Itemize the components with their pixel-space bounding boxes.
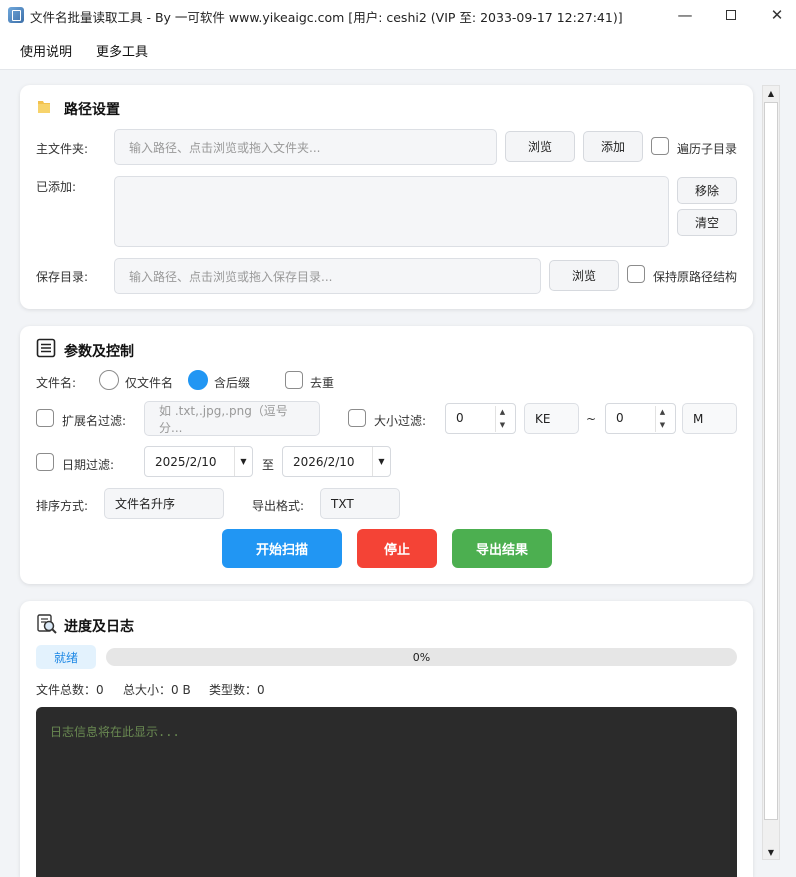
menu-item-more-tools[interactable]: 更多工具 bbox=[96, 41, 148, 60]
dedupe-checkbox[interactable] bbox=[285, 371, 303, 389]
ext-filter-input[interactable]: 如 .txt,.jpg,.png（逗号分... bbox=[144, 401, 320, 436]
keep-structure-label: 保持原路径结构 bbox=[653, 270, 738, 284]
status-badge: 就绪 bbox=[36, 645, 96, 669]
main-folder-label: 主文件夹: bbox=[36, 142, 89, 156]
name-only-radio[interactable] bbox=[99, 370, 119, 390]
sort-select[interactable]: 文件名升序 bbox=[104, 488, 224, 519]
export-format-select[interactable]: TXT bbox=[320, 488, 400, 519]
scroll-thumb[interactable] bbox=[764, 102, 778, 820]
date-end-picker[interactable]: 2026/2/10 ▼ bbox=[282, 446, 391, 477]
size-min-spinbox[interactable]: 0 ▲ ▼ bbox=[445, 403, 516, 434]
size-max-up-icon[interactable]: ▲ bbox=[656, 406, 669, 419]
browse-button[interactable]: 浏览 bbox=[505, 131, 575, 162]
size-max-spinbox[interactable]: 0 ▲ ▼ bbox=[605, 403, 676, 434]
close-button[interactable]: ✕ bbox=[754, 0, 796, 30]
size-max-down-icon[interactable]: ▼ bbox=[656, 419, 669, 432]
keep-structure-checkbox[interactable] bbox=[627, 265, 645, 283]
date-start-value: 2025/2/10 bbox=[155, 454, 217, 469]
added-folders-list[interactable] bbox=[114, 176, 669, 247]
menu-bar: 使用说明 更多工具 bbox=[0, 30, 796, 70]
path-settings-title: 路径设置 bbox=[64, 102, 120, 118]
size-filter-label: 大小过滤: bbox=[374, 414, 427, 428]
chevron-down-icon[interactable]: ▼ bbox=[234, 447, 252, 476]
save-browse-button[interactable]: 浏览 bbox=[549, 260, 619, 291]
title-bar: 文件名批量读取工具 - By 一可软件 www.yikeaigc.com [用户… bbox=[0, 0, 796, 30]
date-filter-checkbox[interactable] bbox=[36, 453, 54, 471]
dedupe-label: 去重 bbox=[310, 376, 335, 390]
start-scan-button[interactable]: 开始扫描 bbox=[222, 529, 342, 568]
with-ext-radio[interactable] bbox=[188, 370, 208, 390]
size-min-down-icon[interactable]: ▼ bbox=[496, 419, 509, 432]
main-folder-input[interactable]: 输入路径、点击浏览或拖入文件夹... bbox=[114, 129, 497, 165]
size-min-stepper[interactable]: ▲ ▼ bbox=[495, 406, 509, 432]
total-files-stat: 文件总数：0 bbox=[36, 683, 104, 697]
date-end-value: 2026/2/10 bbox=[293, 454, 355, 469]
maximize-button[interactable] bbox=[708, 0, 754, 30]
added-label: 已添加: bbox=[36, 180, 77, 194]
menu-item-instructions[interactable]: 使用说明 bbox=[20, 41, 72, 60]
date-start-picker[interactable]: 2025/2/10 ▼ bbox=[144, 446, 253, 477]
save-dir-input[interactable]: 输入路径、点击浏览或拖入保存目录... bbox=[114, 258, 541, 294]
list-icon bbox=[36, 338, 56, 358]
export-result-button[interactable]: 导出结果 bbox=[452, 529, 552, 568]
traverse-subdirs-label: 遍历子目录 bbox=[677, 142, 738, 156]
params-control-card: 参数及控制 文件名: 仅文件名 含后缀 去重 扩展名过滤: 如 .txt,.jp… bbox=[20, 326, 753, 584]
params-control-title: 参数及控制 bbox=[64, 344, 134, 360]
scroll-down-icon[interactable]: ▼ bbox=[763, 845, 779, 859]
size-min-value: 0 bbox=[456, 411, 464, 425]
total-size-stat: 总大小：0 B bbox=[123, 683, 191, 697]
save-dir-label: 保存目录: bbox=[36, 270, 89, 284]
path-settings-card: 路径设置 主文件夹: 输入路径、点击浏览或拖入文件夹... 浏览 添加 遍历子目… bbox=[20, 85, 753, 309]
with-ext-label: 含后缀 bbox=[214, 376, 251, 390]
ext-filter-label: 扩展名过滤: bbox=[62, 414, 127, 428]
log-placeholder: 日志信息将在此显示... bbox=[50, 725, 180, 739]
traverse-subdirs-checkbox[interactable] bbox=[651, 137, 669, 155]
progress-bar: 0% bbox=[106, 648, 737, 666]
scroll-up-icon[interactable]: ▲ bbox=[763, 86, 779, 100]
minimize-button[interactable]: — bbox=[662, 0, 708, 30]
chevron-down-icon[interactable]: ▼ bbox=[372, 447, 390, 476]
types-stat: 类型数：0 bbox=[209, 683, 265, 697]
size-max-value: 0 bbox=[616, 411, 624, 425]
size-min-up-icon[interactable]: ▲ bbox=[496, 406, 509, 419]
filename-label: 文件名: bbox=[36, 376, 77, 390]
export-format-label: 导出格式: bbox=[252, 499, 305, 513]
add-button[interactable]: 添加 bbox=[583, 131, 643, 162]
size-max-stepper[interactable]: ▲ ▼ bbox=[655, 406, 669, 432]
maximize-icon bbox=[726, 10, 736, 20]
close-icon: ✕ bbox=[770, 6, 784, 24]
size-min-unit[interactable]: KE bbox=[524, 403, 579, 434]
clear-button[interactable]: 清空 bbox=[677, 209, 737, 236]
app-icon bbox=[8, 7, 24, 23]
size-max-unit[interactable]: M bbox=[682, 403, 737, 434]
stop-button[interactable]: 停止 bbox=[357, 529, 437, 568]
window-title: 文件名批量读取工具 - By 一可软件 www.yikeaigc.com [用户… bbox=[30, 10, 623, 25]
progress-log-card: 进度及日志 就绪 0% 文件总数：0 总大小：0 B 类型数：0 日志信息将在此… bbox=[20, 601, 753, 877]
folder-icon bbox=[38, 101, 50, 113]
log-output[interactable]: 日志信息将在此显示... bbox=[36, 707, 737, 877]
size-separator: ~ bbox=[586, 412, 597, 426]
date-filter-label: 日期过滤: bbox=[62, 458, 115, 472]
size-filter-checkbox[interactable] bbox=[348, 409, 366, 427]
name-only-label: 仅文件名 bbox=[125, 376, 174, 390]
date-to-label: 至 bbox=[262, 458, 275, 472]
minimize-icon: — bbox=[677, 6, 693, 24]
vertical-scrollbar[interactable]: ▲ ▼ bbox=[762, 85, 780, 860]
sort-label: 排序方式: bbox=[36, 499, 89, 513]
remove-button[interactable]: 移除 bbox=[677, 177, 737, 204]
ext-filter-checkbox[interactable] bbox=[36, 409, 54, 427]
progress-text: 0% bbox=[412, 650, 431, 664]
progress-log-title: 进度及日志 bbox=[64, 619, 134, 635]
log-search-icon bbox=[37, 614, 57, 634]
